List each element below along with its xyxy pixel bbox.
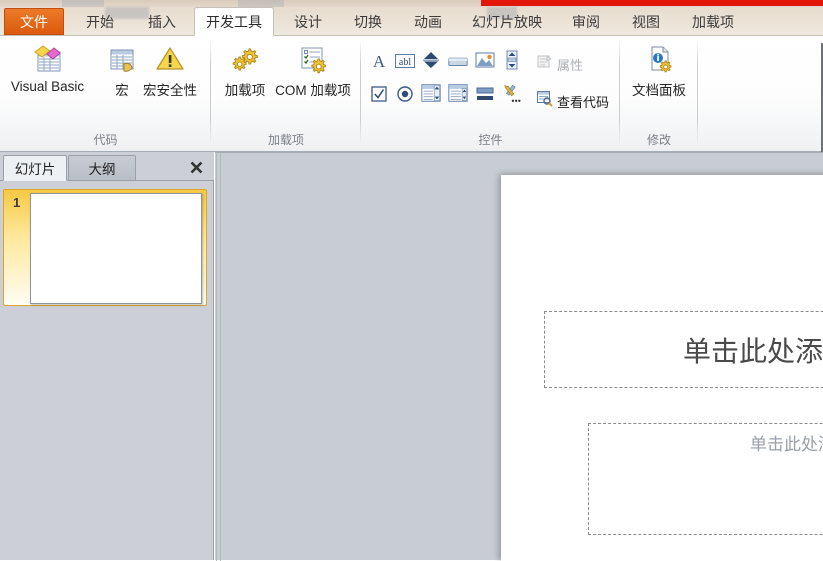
view-code-label: 查看代码: [557, 92, 609, 111]
slides-pane-tab-slides[interactable]: 幻灯片: [3, 155, 67, 181]
slide-thumbnail-list[interactable]: 1: [0, 181, 213, 560]
ribbon-tab-file[interactable]: 文件: [4, 8, 64, 35]
ribbon-group-modify-label: 修改: [620, 131, 698, 148]
addins-button[interactable]: 加载项: [217, 40, 273, 99]
macro-security-label: 宏安全性: [143, 79, 197, 99]
properties-icon: [536, 54, 553, 75]
ribbon-tab-design[interactable]: 设计: [280, 8, 336, 36]
view-code-button[interactable]: 查看代码: [536, 90, 609, 112]
combobox-control-icon[interactable]: [420, 82, 442, 104]
ribbon-group-controls: A abl: [361, 36, 620, 151]
close-pane-button[interactable]: [186, 157, 206, 177]
slides-pane-tab-outline-label: 大纲: [89, 158, 116, 178]
slide-surface[interactable]: 单击此处添加标题 单击此处添加副标题: [501, 175, 823, 561]
ribbon-tab-design-label: 设计: [294, 12, 322, 32]
macro-label: 宏: [115, 79, 129, 99]
ribbon-tab-strip: 文件 开始 插入 开发工具 设计 切换 动画 幻灯片放映 审阅 视图 加载项: [0, 7, 823, 36]
title-bar: [0, 0, 823, 7]
document-panel-button[interactable]: 文档面板: [622, 40, 696, 99]
ribbon-tab-insert-label: 插入: [148, 12, 176, 32]
label-control-icon[interactable]: A: [368, 50, 390, 72]
title-placeholder-text: 单击此处添加标题: [683, 330, 823, 370]
slides-pane-tab-strip: 幻灯片 大纲: [0, 152, 214, 181]
textbox-control-icon[interactable]: abl: [394, 50, 416, 72]
title-placeholder[interactable]: 单击此处添加标题: [544, 311, 823, 388]
slides-pane: 幻灯片 大纲 1: [0, 152, 214, 560]
spinbutton-control-icon[interactable]: [420, 49, 442, 71]
subtitle-placeholder-text: 单击此处添加副标题: [750, 430, 823, 455]
ribbon-group-addins: 加载项: [211, 36, 361, 151]
quick-access-toolbar-ghost: [62, 0, 104, 7]
ribbon-tab-review[interactable]: 审阅: [558, 8, 614, 36]
addins-label: 加载项: [225, 79, 266, 99]
document-panel-icon: [643, 40, 675, 76]
properties-button[interactable]: 属性: [536, 54, 583, 75]
ribbon-tab-view-label: 视图: [632, 12, 660, 32]
ribbon-tab-home[interactable]: 开始: [72, 8, 128, 36]
ribbon-body: Visual Basic 宏: [0, 36, 823, 152]
ribbon-group-controls-label: 控件: [361, 131, 620, 148]
macro-security-warning-icon: [154, 40, 186, 76]
ribbon-tab-addins[interactable]: 加载项: [678, 8, 748, 36]
view-code-icon: [536, 90, 553, 112]
canvas-rail-left: [216, 153, 217, 561]
document-panel-label: 文档面板: [632, 79, 686, 99]
ribbon-tab-review-label: 审阅: [572, 12, 600, 32]
slide-thumbnail-preview: [30, 193, 202, 304]
subtitle-placeholder[interactable]: 单击此处添加副标题: [588, 423, 823, 535]
ribbon-tab-transitions-label: 切换: [354, 12, 382, 32]
visual-basic-icon: [31, 40, 65, 76]
ribbon-tab-insert[interactable]: 插入: [134, 8, 190, 36]
listbox-control-icon[interactable]: [447, 82, 469, 104]
optionbutton-control-icon[interactable]: [394, 83, 416, 105]
slides-pane-tab-slides-label: 幻灯片: [15, 158, 56, 178]
ribbon-tab-animations-label: 动画: [414, 12, 442, 32]
com-addins-button[interactable]: COM 加载项: [269, 40, 357, 99]
scrollbar-control-icon[interactable]: [501, 49, 523, 71]
ribbon-tab-developer[interactable]: 开发工具: [194, 7, 274, 36]
commandbutton-control-icon[interactable]: [447, 50, 469, 72]
svg-text:abl: abl: [399, 57, 411, 68]
canvas-rail-right: [220, 153, 221, 561]
ribbon-group-code-label: 代码: [0, 131, 211, 148]
ribbon-tab-slideshow[interactable]: 幻灯片放映: [460, 8, 554, 36]
macro-icon: [106, 40, 138, 76]
checkbox-control-icon[interactable]: [368, 83, 390, 105]
ribbon-group-modify: 文档面板 修改: [620, 36, 698, 151]
group-separator: [697, 39, 698, 145]
visual-basic-label: Visual Basic: [11, 79, 84, 94]
ribbon-tab-transitions[interactable]: 切换: [340, 8, 396, 36]
title-bar-accent: [481, 0, 823, 6]
image-control-icon[interactable]: [474, 49, 496, 71]
ribbon-tab-home-label: 开始: [86, 12, 114, 32]
togglebutton-control-icon[interactable]: [474, 83, 496, 105]
slide-editing-area[interactable]: 单击此处添加标题 单击此处添加副标题: [215, 152, 823, 560]
addins-gears-icon: [229, 40, 261, 76]
ribbon-tab-view[interactable]: 视图: [618, 8, 674, 36]
slide-thumbnail-item[interactable]: 1: [3, 189, 207, 306]
more-controls-icon[interactable]: [501, 82, 523, 104]
ribbon-tab-addins-label: 加载项: [692, 12, 734, 32]
slide-thumbnail-number: 1: [13, 195, 20, 210]
macro-security-button[interactable]: 宏安全性: [135, 40, 205, 99]
ribbon-tab-slideshow-label: 幻灯片放映: [472, 12, 542, 32]
ribbon-tab-animations[interactable]: 动画: [400, 8, 456, 36]
ribbon-group-code: Visual Basic 宏: [0, 36, 211, 151]
properties-label: 属性: [557, 55, 583, 74]
com-addins-icon: [296, 40, 330, 76]
svg-text:A: A: [373, 52, 386, 71]
quick-access-toolbar-ghost-2: [238, 0, 284, 7]
visual-basic-button[interactable]: Visual Basic: [5, 40, 90, 94]
ribbon-group-addins-label: 加载项: [211, 131, 361, 148]
ribbon-tab-developer-label: 开发工具: [206, 12, 262, 32]
slides-pane-tab-outline[interactable]: 大纲: [68, 155, 136, 181]
com-addins-label: COM 加载项: [275, 79, 351, 99]
slides-pane-scrollbar[interactable]: [207, 181, 213, 560]
ribbon-tab-file-label: 文件: [20, 12, 48, 32]
